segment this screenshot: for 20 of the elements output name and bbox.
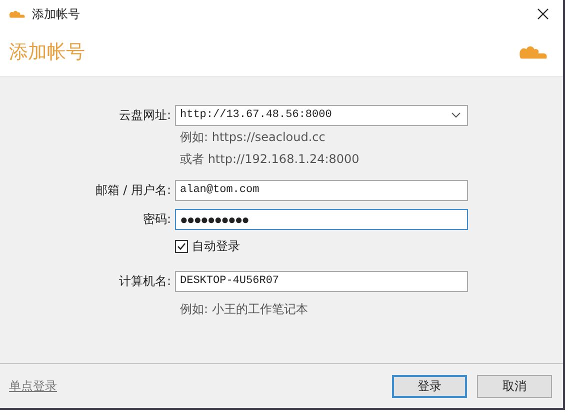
auto-login-checkbox[interactable]: 自动登录	[175, 238, 240, 254]
username-field[interactable]: alan@tom.com	[175, 180, 468, 200]
cloud-logo-icon	[8, 8, 26, 20]
hint-text: 例如: 小王的工作笔记本	[180, 302, 308, 316]
computer-name-field[interactable]: DESKTOP-4U56R07	[175, 270, 468, 292]
hint-text: 或者 http://192.168.1.24:8000	[180, 152, 360, 166]
field-label: 计算机名:	[118, 272, 172, 290]
dialog-heading: 添加帐号	[9, 40, 85, 65]
window-title: 添加帐号	[32, 6, 81, 22]
server-url-dropdown[interactable]: http://13.67.48.56:8000	[175, 104, 468, 126]
password-field[interactable]: ●●●●●●●●●●	[175, 208, 468, 230]
login-button[interactable]: 登录	[392, 374, 467, 398]
sso-login-link[interactable]: 单点登录	[9, 378, 57, 394]
cancel-button[interactable]: 取消	[477, 374, 552, 398]
close-icon	[537, 8, 549, 20]
field-label: 邮箱 / 用户名:	[94, 182, 172, 198]
field-label: 云盘网址:	[118, 106, 172, 124]
hint-text: 例如: https://seacloud.cc	[180, 130, 326, 144]
chevron-down-icon	[451, 112, 461, 118]
field-label: 密码:	[142, 210, 172, 228]
